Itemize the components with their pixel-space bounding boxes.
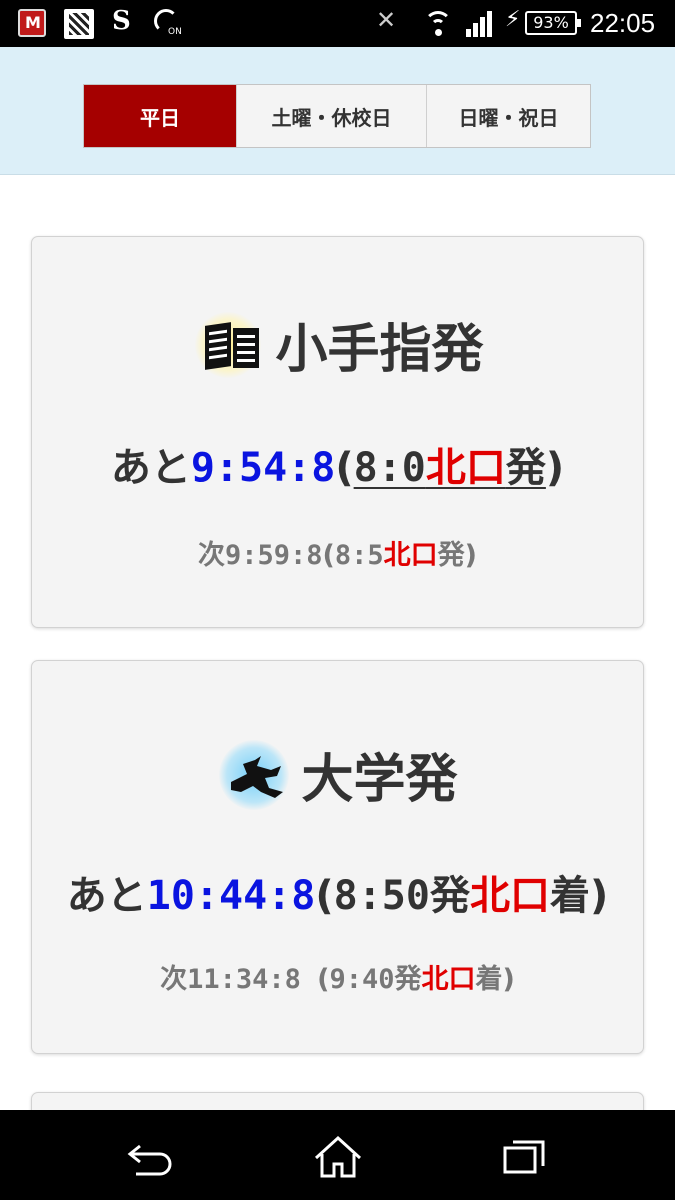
departure-card: 小手指発 あと9:54:8(8:0北口発) 次9:59:8(8:5北口発) <box>31 236 644 628</box>
arrival-label: 着 <box>475 964 503 995</box>
tab-weekday[interactable]: 平日 <box>84 85 236 147</box>
bracket-close: ) <box>502 964 515 995</box>
nfc-icon: ON <box>154 9 186 39</box>
battery-indicator: 93% <box>525 11 581 35</box>
place-label: 北口 <box>469 873 550 919</box>
back-icon[interactable] <box>120 1132 180 1180</box>
card-title: 大学発 <box>32 737 643 812</box>
bracket-close: ) <box>545 445 565 491</box>
next-departure-line: 次9:59:8(8:5北口発) <box>32 533 643 572</box>
app-icon <box>64 9 94 39</box>
station-name: 大学発 <box>301 750 458 810</box>
departure-card: 大学発 あと10:44:8(8:50発北口着) 次11:34:8 (9:40発北… <box>31 660 644 1054</box>
tab-saturday-holiday[interactable]: 土曜・休校日 <box>236 85 426 147</box>
next-departure-line: 次11:34:8 (9:40発北口着) <box>32 957 643 996</box>
tab-sunday-holiday[interactable]: 日曜・祝日 <box>426 85 590 147</box>
countdown-line: あと9:54:8(8:0北口発) <box>32 435 643 493</box>
bracket-open: ( <box>335 445 354 491</box>
bracket-close: ) <box>464 540 477 571</box>
countdown-value: 10:44:8 <box>146 873 316 919</box>
place-label: 北口 <box>421 964 476 995</box>
place-label: 北口 <box>425 445 506 491</box>
countdown-prefix: あと <box>66 873 147 919</box>
direction-label: 発 <box>505 445 546 491</box>
countdown-value: 9:54:8 <box>190 445 336 491</box>
day-type-tabs: 平日 土曜・休校日 日曜・祝日 <box>83 84 591 148</box>
next-time: 8:5 <box>334 540 384 571</box>
building-icon <box>191 308 265 382</box>
next-countdown: 9:59:8 <box>224 540 323 571</box>
bracket-open: ( <box>322 540 335 571</box>
mcafee-icon <box>18 9 46 37</box>
countdown-prefix: あと <box>110 445 191 491</box>
next-prefix: 次 <box>160 964 188 995</box>
countdown-line: あと10:44:8(8:50発北口着) <box>32 863 643 921</box>
wifi-icon <box>424 9 454 39</box>
departure-time: 8:0 <box>353 445 426 491</box>
card-title: 小手指発 <box>32 307 643 382</box>
bracket-open: ( <box>315 873 334 919</box>
recent-apps-icon[interactable] <box>495 1132 555 1180</box>
direction-label: 発 <box>437 540 465 571</box>
departure-time: 8:50発 <box>333 873 470 919</box>
next-prefix: 次 <box>197 540 225 571</box>
clock: 22:05 <box>590 8 656 38</box>
header: 平日 土曜・休校日 日曜・祝日 <box>0 47 675 175</box>
navigation-bar <box>0 1110 675 1200</box>
place-label: 北口 <box>383 540 438 571</box>
signal-icon <box>466 9 496 39</box>
status-bar: S ON ✕ ⚡ 93% 22:05 <box>0 0 675 47</box>
s-app-icon: S <box>112 6 131 36</box>
station-name: 小手指発 <box>275 320 484 380</box>
home-icon[interactable] <box>308 1132 368 1180</box>
arrival-label: 着 <box>549 873 590 919</box>
bracket-open: ( <box>317 964 330 995</box>
nfc-label: ON <box>168 27 182 37</box>
vibrate-off-icon: ✕ <box>376 6 397 34</box>
bracket-close: ) <box>589 873 609 919</box>
next-time: 9:40発 <box>329 964 422 995</box>
runner-icon <box>217 738 291 812</box>
charging-icon: ⚡ <box>505 7 521 32</box>
next-countdown: 11:34:8 <box>187 964 318 995</box>
departure-link[interactable]: 8:0北口発 <box>354 445 546 491</box>
